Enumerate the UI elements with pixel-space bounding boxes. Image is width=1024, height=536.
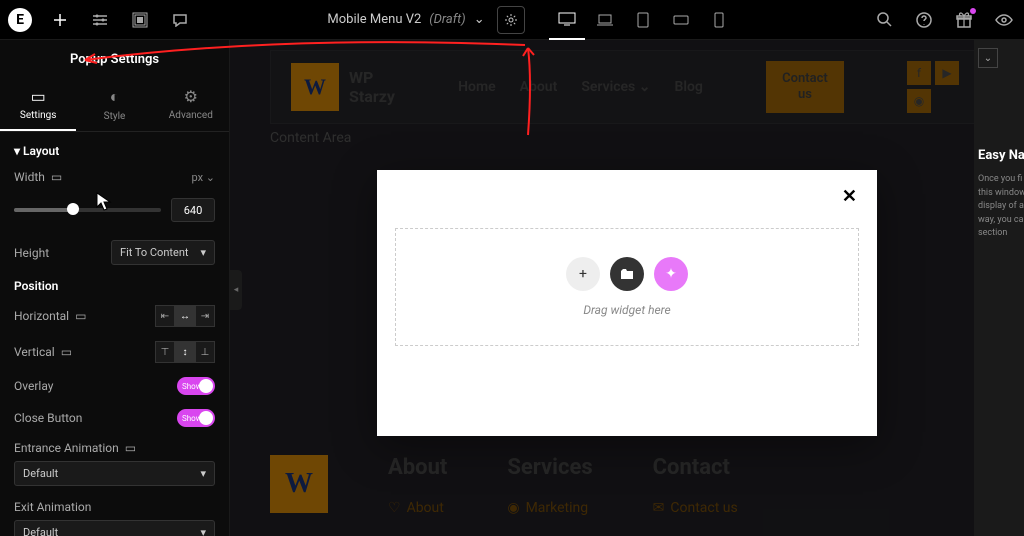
width-input[interactable] — [171, 198, 215, 222]
close-button-row: Close Button Show — [14, 409, 215, 427]
close-button-label: Close Button — [14, 411, 82, 425]
exit-animation-select[interactable]: Default▾ — [14, 520, 215, 536]
structure-button[interactable] — [120, 0, 160, 40]
topbar-right — [864, 0, 1024, 40]
height-control-row: Height Fit To Content▾ — [14, 240, 215, 265]
vertical-position-buttons: ⊤ ↕ ⊥ — [155, 341, 215, 363]
help-button[interactable] — [904, 0, 944, 40]
main-area: Popup Settings ▭ Settings ◐ Style ⚙ Advance… — [0, 40, 1024, 536]
height-select[interactable]: Fit To Content▾ — [111, 240, 215, 265]
whats-new-button[interactable] — [944, 0, 984, 40]
device-desktop-button[interactable] — [549, 0, 585, 40]
horizontal-position-row: Horizontal ▭ ⇤ ↔ ⇥ — [14, 305, 215, 327]
settings-tab-icon: ▭ — [0, 87, 76, 106]
entrance-animation-row: Entrance Animation ▭ — [14, 441, 215, 455]
device-mobile-button[interactable] — [701, 0, 737, 40]
chevron-down-icon: ⌄ — [474, 12, 485, 27]
sidebar-collapse-handle[interactable]: ◂ — [230, 270, 242, 310]
top-bar: E Mobile Menu V2 (Draft) ⌄ — [0, 0, 1024, 40]
popup-preview[interactable]: ✕ + ✦ Drag widget here — [377, 170, 877, 436]
exit-label: Exit Animation — [14, 500, 91, 514]
entrance-animation-select[interactable]: Default▾ — [14, 461, 215, 486]
popup-settings-gear-button[interactable] — [497, 6, 525, 34]
tab-style-label: Style — [104, 111, 126, 122]
right-help-panel: ⌄ Easy Na Once you fi this window displa… — [974, 40, 1024, 536]
chevron-down-icon: ▾ — [200, 246, 206, 259]
pos-middle-button[interactable]: ↕ — [175, 341, 195, 363]
drag-hint-text: Drag widget here — [583, 303, 670, 317]
device-indicator-icon[interactable]: ▭ — [125, 441, 136, 455]
device-tablet-button[interactable] — [625, 0, 661, 40]
site-settings-button[interactable] — [80, 0, 120, 40]
right-panel-collapse-button[interactable]: ⌄ — [978, 48, 998, 68]
doc-status-text: (Draft) — [429, 12, 465, 27]
pos-center-button[interactable]: ↔ — [175, 305, 195, 327]
slider-thumb[interactable] — [67, 203, 79, 215]
doc-name-text: Mobile Menu V2 — [327, 12, 421, 27]
left-sidebar: Popup Settings ▭ Settings ◐ Style ⚙ Advance… — [0, 40, 230, 536]
device-laptop-button[interactable] — [587, 0, 623, 40]
finder-search-button[interactable] — [864, 0, 904, 40]
close-button-switch[interactable]: Show — [177, 409, 215, 427]
position-section-head: Position — [14, 279, 215, 293]
editor-canvas: W WPStarzy Home About Services ⌄ Blog Co… — [230, 40, 1024, 536]
device-indicator-icon[interactable]: ▭ — [75, 309, 86, 323]
overlay-label: Overlay — [14, 379, 53, 393]
add-template-button[interactable] — [610, 257, 644, 291]
tab-advanced-label: Advanced — [169, 110, 213, 121]
pos-left-button[interactable]: ⇤ — [155, 305, 175, 327]
layout-section-head[interactable]: ▾ Layout — [14, 144, 215, 158]
sidebar-content: ▾ Layout Width ▭ px ⌄ Height Fit To Cont… — [0, 132, 229, 536]
entrance-label: Entrance Animation — [14, 441, 119, 455]
topbar-left: E — [0, 0, 200, 39]
preview-button[interactable] — [984, 0, 1024, 40]
horizontal-position-buttons: ⇤ ↔ ⇥ — [155, 305, 215, 327]
vertical-label: Vertical — [14, 345, 55, 359]
sidebar-title: Popup Settings — [0, 40, 229, 79]
tab-settings-label: Settings — [20, 110, 57, 121]
topbar-center: Mobile Menu V2 (Draft) ⌄ — [200, 0, 864, 40]
sidebar-tabs: ▭ Settings ◐ Style ⚙ Advanced — [0, 79, 229, 132]
responsive-devices — [549, 0, 737, 40]
right-panel-title: Easy Na — [978, 148, 1020, 163]
width-slider-row — [14, 198, 215, 222]
width-slider[interactable] — [14, 208, 161, 212]
tab-style[interactable]: ◐ Style — [76, 79, 152, 131]
device-tablet-landscape-button[interactable] — [663, 0, 699, 40]
overlay-row: Overlay Show — [14, 377, 215, 395]
chevron-down-icon: ▾ — [200, 526, 206, 536]
document-title[interactable]: Mobile Menu V2 (Draft) ⌄ — [327, 12, 484, 27]
style-tab-icon: ◐ — [76, 87, 152, 107]
advanced-tab-icon: ⚙ — [153, 87, 229, 106]
pos-bottom-button[interactable]: ⊥ — [195, 341, 215, 363]
width-control-row: Width ▭ px ⌄ — [14, 170, 215, 184]
elementor-logo[interactable]: E — [8, 8, 32, 32]
right-panel-text: Once you fi this window display of al wa… — [978, 173, 1020, 241]
pos-top-button[interactable]: ⊤ — [155, 341, 175, 363]
add-element-button[interactable] — [40, 0, 80, 40]
popup-close-button[interactable]: ✕ — [842, 186, 857, 207]
ai-button[interactable]: ✦ — [654, 257, 688, 291]
height-label: Height — [14, 246, 49, 260]
pos-right-button[interactable]: ⇥ — [195, 305, 215, 327]
popup-action-buttons: + ✦ — [566, 257, 688, 291]
exit-animation-row: Exit Animation — [14, 500, 215, 514]
vertical-position-row: Vertical ▭ ⊤ ↕ ⊥ — [14, 341, 215, 363]
device-indicator-icon[interactable]: ▭ — [51, 170, 62, 184]
width-unit-selector[interactable]: px ⌄ — [191, 171, 215, 184]
chevron-down-icon: ▾ — [200, 467, 206, 480]
device-indicator-icon[interactable]: ▭ — [61, 345, 72, 359]
tab-settings[interactable]: ▭ Settings — [0, 79, 76, 131]
notes-button[interactable] — [160, 0, 200, 40]
horizontal-label: Horizontal — [14, 309, 69, 323]
add-widget-button[interactable]: + — [566, 257, 600, 291]
tab-advanced[interactable]: ⚙ Advanced — [153, 79, 229, 131]
width-label: Width — [14, 170, 45, 184]
overlay-switch[interactable]: Show — [177, 377, 215, 395]
popup-drop-zone[interactable]: + ✦ Drag widget here — [395, 228, 859, 346]
